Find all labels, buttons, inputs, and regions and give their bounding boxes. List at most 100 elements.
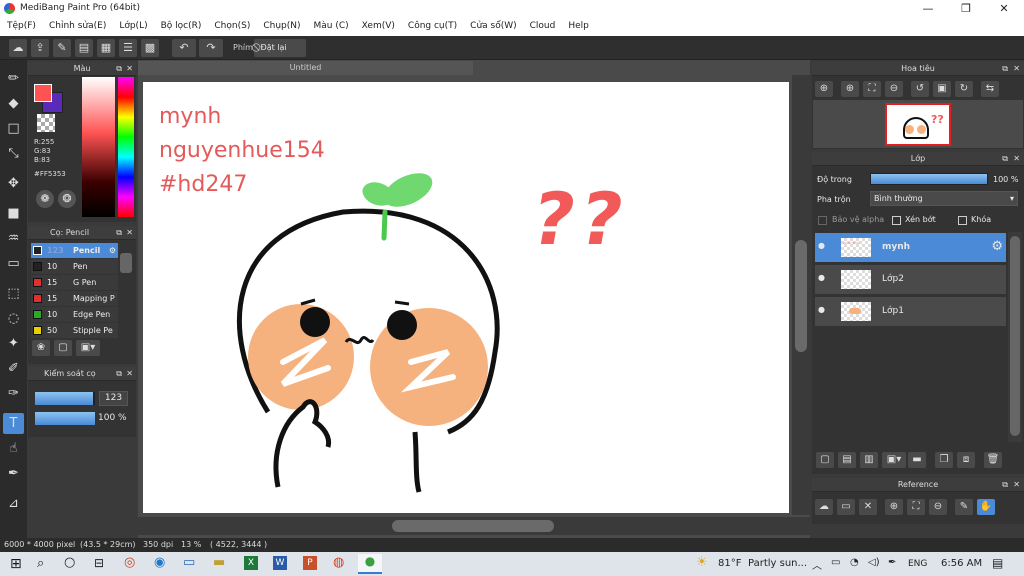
close-icon[interactable]: ✕ <box>126 62 133 76</box>
gradient-tool-icon[interactable]: ▭ <box>3 253 24 274</box>
menu-tools[interactable]: Công cụ(T) <box>408 18 457 36</box>
dot-tool-icon[interactable]: ⤡ <box>3 143 24 164</box>
brush-menu-icon[interactable]: ▣▾ <box>76 340 100 356</box>
new-halftone-layer-icon[interactable]: ▤ <box>838 452 856 468</box>
layer-row-mynh[interactable]: ● ~~~~ mynh ⚙ <box>815 233 1006 263</box>
layer-scroll-thumb[interactable] <box>1010 236 1020 436</box>
fit-icon[interactable]: ⛶ <box>863 81 881 97</box>
fit-icon[interactable]: ⛶ <box>907 499 925 515</box>
layer-scrollbar[interactable] <box>1008 232 1022 442</box>
close-icon[interactable]: ✕ <box>1013 478 1020 492</box>
task-view-icon[interactable]: ○ <box>64 555 75 570</box>
menu-window[interactable]: Cửa sổ(W) <box>470 18 516 36</box>
select-tool-icon[interactable]: ⬚ <box>3 283 24 304</box>
rotate-left-icon[interactable]: ↺ <box>911 81 929 97</box>
select-pen-icon[interactable]: ✐ <box>3 358 24 379</box>
eyedropper-icon[interactable]: ⊿ <box>3 493 24 514</box>
delete-layer-icon[interactable]: 🗑 <box>984 452 1002 468</box>
gear-icon[interactable]: ⚙ <box>109 243 116 258</box>
word-icon[interactable]: W <box>273 556 287 570</box>
zoom-out-icon[interactable]: ⊖ <box>885 81 903 97</box>
flip-icon[interactable]: ⇆ <box>981 81 999 97</box>
grid-icon[interactable]: ▩ <box>141 39 159 57</box>
add-brush-icon[interactable]: ❀ <box>32 340 50 356</box>
protect-alpha-checkbox[interactable] <box>818 216 827 225</box>
rotate-right-icon[interactable]: ↻ <box>955 81 973 97</box>
brush-opacity-slider[interactable] <box>35 412 95 425</box>
chrome-icon[interactable]: ◍ <box>333 555 344 570</box>
brush-item-mapping-pen[interactable]: 15 Mapping P <box>31 291 118 306</box>
page-icon[interactable]: ▦ <box>97 39 115 57</box>
visibility-icon[interactable]: ● <box>818 241 825 250</box>
edge-icon[interactable]: ◉ <box>154 555 165 570</box>
popout-icon[interactable]: ⧉ <box>116 367 122 381</box>
close-icon[interactable]: ✕ <box>126 226 133 240</box>
layer-row-lop2[interactable]: ● Lớp2 <box>815 265 1006 295</box>
menu-file[interactable]: Tệp(F) <box>7 18 36 36</box>
volume-icon[interactable]: ◁) <box>868 557 880 568</box>
new-1bit-layer-icon[interactable]: ▥ <box>860 452 878 468</box>
battery-icon[interactable]: ▭ <box>831 557 840 568</box>
undo-icon[interactable]: ↶ <box>172 39 196 57</box>
bucket-tool-icon[interactable]: ♒ <box>3 228 24 249</box>
language-indicator[interactable]: ENG <box>908 559 927 569</box>
menu-layer[interactable]: Lớp(L) <box>119 18 147 36</box>
new-layer-icon[interactable]: ▢ <box>816 452 834 468</box>
file-explorer-icon[interactable]: ▬ <box>213 555 225 570</box>
vertical-scroll-thumb[interactable] <box>795 240 807 352</box>
merge-down-icon[interactable]: ⧈ <box>957 452 975 468</box>
blend-mode-select[interactable]: Bình thường ▾ <box>870 191 1018 206</box>
brush-item-g-pen[interactable]: 15 G Pen <box>31 275 118 290</box>
excel-icon[interactable]: X <box>244 556 258 570</box>
brush-list-scrollbar[interactable] <box>120 253 132 273</box>
lasso-tool-icon[interactable]: ◌ <box>3 308 24 329</box>
primary-color-swatch[interactable] <box>34 84 52 102</box>
comment-icon[interactable]: ✎ <box>53 39 71 57</box>
open-folder-icon[interactable]: ▭ <box>837 499 855 515</box>
clipping-checkbox[interactable] <box>892 216 901 225</box>
vertical-scrollbar[interactable] <box>792 75 810 515</box>
fill-rect-tool-icon[interactable]: ■ <box>3 203 24 224</box>
menu-cloud[interactable]: Cloud <box>530 18 556 36</box>
horizontal-scroll-thumb[interactable] <box>392 520 554 532</box>
operation-tool-icon[interactable]: ☝ <box>3 438 24 459</box>
reset-button[interactable]: ⃠ Đặt lại <box>254 39 306 57</box>
menu-view[interactable]: Xem(V) <box>362 18 395 36</box>
brush-size-slider[interactable] <box>35 392 95 405</box>
popout-icon[interactable]: ⧉ <box>116 62 122 76</box>
select-eraser-icon[interactable]: ✑ <box>3 383 24 404</box>
palette-add-icon[interactable]: ❂ <box>58 190 76 208</box>
menu-capture[interactable]: Chụp(N) <box>263 18 300 36</box>
list-icon[interactable]: ☰ <box>119 39 137 57</box>
minimize-button[interactable]: — <box>918 2 938 15</box>
text-tool-icon[interactable]: T <box>3 413 24 434</box>
menu-edit[interactable]: Chỉnh sửa(E) <box>49 18 106 36</box>
layer-row-lop1[interactable]: ● Lớp1 <box>815 297 1006 327</box>
brush-item-pen[interactable]: 10 Pen <box>31 259 118 274</box>
move-tool-icon[interactable]: ✥ <box>3 173 24 194</box>
pen-icon[interactable]: ✒ <box>888 557 896 568</box>
lock-checkbox[interactable] <box>958 216 967 225</box>
brush-item-edge-pen[interactable]: 10 Edge Pen <box>31 307 118 322</box>
hue-slider[interactable] <box>118 77 134 217</box>
redo-icon[interactable]: ↷ <box>199 39 223 57</box>
share-icon[interactable]: ⇪ <box>31 39 49 57</box>
popout-icon[interactable]: ⧉ <box>1002 62 1008 76</box>
duplicate-layer-icon[interactable]: ❐ <box>935 452 953 468</box>
popout-icon[interactable]: ⧉ <box>1002 478 1008 492</box>
chevron-up-icon[interactable]: ︿ <box>812 557 822 572</box>
close-reference-icon[interactable]: ✕ <box>859 499 877 515</box>
menu-color[interactable]: Màu (C) <box>314 18 349 36</box>
cloud-icon[interactable]: ☁ <box>9 39 27 57</box>
eyedropper-icon[interactable]: ✎ <box>955 499 973 515</box>
cloud-download-icon[interactable]: ☁ <box>815 499 833 515</box>
new-page-icon[interactable]: ▢ <box>54 340 72 356</box>
saturation-picker[interactable] <box>82 77 115 217</box>
navigator-preview[interactable]: ?? <box>813 100 1023 148</box>
layer-opacity-slider[interactable] <box>870 173 988 185</box>
notifications-icon[interactable]: ▤ <box>992 556 1003 570</box>
menu-select[interactable]: Chọn(S) <box>214 18 250 36</box>
close-icon[interactable]: ✕ <box>126 367 133 381</box>
blur-tool-icon[interactable]: ✒ <box>3 463 24 484</box>
close-icon[interactable]: ✕ <box>1013 62 1020 76</box>
